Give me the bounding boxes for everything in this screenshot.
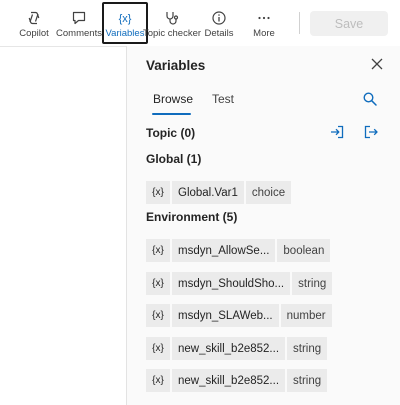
- close-icon: [371, 57, 383, 75]
- variable-type: choice: [245, 181, 292, 204]
- export-button[interactable]: [363, 124, 379, 140]
- authoring-canvas[interactable]: [0, 46, 126, 405]
- tab-browse[interactable]: Browse: [152, 92, 194, 116]
- more-label: More: [253, 28, 275, 39]
- env-variable-chip[interactable]: {x} msdyn_SLAWeb... number: [146, 304, 332, 327]
- variable-icon: {x}: [146, 239, 170, 262]
- comments-label: Comments: [56, 28, 102, 39]
- variable-icon: {x}: [146, 304, 170, 327]
- comments-button[interactable]: Comments: [56, 2, 102, 44]
- variable-name: msdyn_AllowSe...: [172, 239, 276, 262]
- info-icon: [211, 9, 227, 26]
- copilot-icon: [26, 9, 42, 26]
- variable-name: new_skill_b2e852...: [172, 369, 286, 392]
- tab-test[interactable]: Test: [212, 92, 234, 116]
- variables-panel: Variables Browse Test Topic (0) Global (…: [126, 46, 400, 405]
- topic-checker-button[interactable]: Topic checker: [143, 2, 201, 44]
- variable-icon: {x}: [146, 181, 170, 204]
- tab-test-label: Test: [212, 92, 235, 106]
- variable-type: boolean: [277, 239, 331, 262]
- variable-name: new_skill_b2e852...: [172, 337, 286, 360]
- variable-icon: {x}: [146, 369, 170, 392]
- more-button[interactable]: More: [243, 2, 285, 44]
- details-label: Details: [204, 28, 234, 39]
- variable-type: string: [292, 272, 333, 295]
- variables-button[interactable]: {x} Variables: [102, 2, 148, 44]
- variable-name: msdyn_SLAWeb...: [172, 304, 279, 327]
- toolbar-divider: [299, 12, 300, 34]
- variable-type: string: [287, 337, 328, 360]
- copilot-button[interactable]: Copilot: [12, 2, 56, 44]
- env-variable-chip[interactable]: {x} msdyn_AllowSe... boolean: [146, 239, 331, 262]
- import-icon: [329, 125, 345, 144]
- panel-title: Variables: [146, 58, 206, 73]
- top-toolbar: Copilot Comments {x} Variables Topic che…: [0, 0, 400, 46]
- close-panel-button[interactable]: [369, 58, 385, 74]
- section-global: Global (1): [146, 152, 202, 166]
- variable-name: Global.Var1: [172, 181, 244, 204]
- comment-icon: [71, 9, 87, 26]
- save-button[interactable]: Save: [310, 11, 388, 36]
- stethoscope-icon: [164, 9, 180, 26]
- import-button[interactable]: [329, 124, 345, 140]
- env-variable-chip[interactable]: {x} new_skill_b2e852... string: [146, 369, 328, 392]
- export-icon: [363, 125, 379, 144]
- env-variable-chip[interactable]: {x} new_skill_b2e852... string: [146, 337, 328, 360]
- search-icon: [362, 92, 378, 111]
- details-button[interactable]: Details: [199, 2, 239, 44]
- topic-checker-label: Topic checker: [142, 28, 202, 39]
- global-variable-chip[interactable]: {x} Global.Var1 choice: [146, 181, 292, 204]
- tab-selected-indicator: [152, 113, 191, 115]
- tab-browse-label: Browse: [153, 92, 194, 106]
- variable-icon: {x}: [146, 272, 170, 295]
- section-environment: Environment (5): [146, 210, 238, 224]
- section-topic: Topic (0): [146, 126, 196, 140]
- variable-name: msdyn_ShouldSho...: [172, 272, 291, 295]
- variable-type: number: [280, 304, 332, 327]
- variables-label: Variables: [105, 28, 145, 39]
- svg-text:{x}: {x}: [119, 13, 132, 25]
- variable-icon: {x}: [146, 337, 170, 360]
- variable-type: string: [287, 369, 328, 392]
- copilot-label: Copilot: [19, 28, 49, 39]
- env-variable-chip[interactable]: {x} msdyn_ShouldSho... string: [146, 272, 333, 295]
- variables-icon: {x}: [116, 9, 134, 26]
- more-icon: [256, 9, 272, 26]
- search-button[interactable]: [362, 91, 378, 107]
